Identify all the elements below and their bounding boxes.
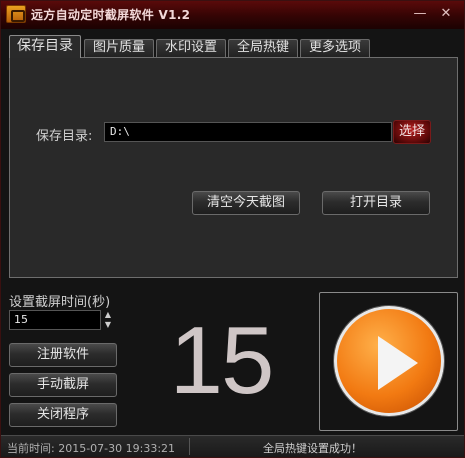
clear-today-button[interactable]: 清空今天截图 — [192, 191, 300, 215]
play-icon — [378, 336, 418, 390]
status-time: 当前时间: 2015-07-30 19:33:21 — [7, 442, 176, 455]
open-dir-button[interactable]: 打开目录 — [322, 191, 430, 215]
tab-global-hotkeys[interactable]: 全局热键 — [228, 39, 298, 57]
tab-image-quality[interactable]: 图片质量 — [84, 39, 154, 57]
app-window: 远方自动定时截屏软件 V1.2 — ✕ 保存目录 图片质量 水印设置 全局热键 … — [0, 0, 465, 458]
countdown-display: 15 — [169, 307, 275, 414]
tab-strip: 保存目录 图片质量 水印设置 全局热键 更多选项 — [9, 35, 459, 58]
spin-up-icon[interactable]: ▲ — [103, 310, 113, 319]
interval-input[interactable]: 15 — [9, 310, 101, 330]
interval-label: 设置截屏时间(秒) — [9, 295, 111, 310]
save-directory-panel: 保存目录: D:\ 选择 清空今天截图 打开目录 — [9, 57, 458, 278]
title-bar[interactable]: 远方自动定时截屏软件 V1.2 — ✕ — [1, 1, 464, 29]
tab-more-options[interactable]: 更多选项 — [300, 39, 370, 57]
start-button[interactable] — [334, 306, 444, 416]
close-icon[interactable]: ✕ — [439, 7, 453, 21]
window-title: 远方自动定时截屏软件 V1.2 — [31, 8, 191, 22]
status-divider — [189, 438, 190, 455]
app-icon — [6, 5, 26, 23]
status-message: 全局热键设置成功！ — [263, 442, 362, 455]
play-frame — [319, 292, 458, 431]
tab-watermark[interactable]: 水印设置 — [156, 39, 226, 57]
save-dir-label: 保存目录: — [36, 129, 93, 144]
save-dir-input[interactable]: D:\ — [104, 122, 392, 142]
register-button[interactable]: 注册软件 — [9, 343, 117, 367]
spin-down-icon[interactable]: ▼ — [103, 320, 113, 329]
status-bar: 当前时间: 2015-07-30 19:33:21 全局热键设置成功！ — [1, 435, 464, 457]
minimize-icon[interactable]: — — [413, 7, 427, 21]
tab-save-directory[interactable]: 保存目录 — [9, 35, 81, 58]
close-program-button[interactable]: 关闭程序 — [9, 403, 117, 427]
manual-capture-button[interactable]: 手动截屏 — [9, 373, 117, 397]
choose-dir-button[interactable]: 选择 — [393, 120, 431, 144]
